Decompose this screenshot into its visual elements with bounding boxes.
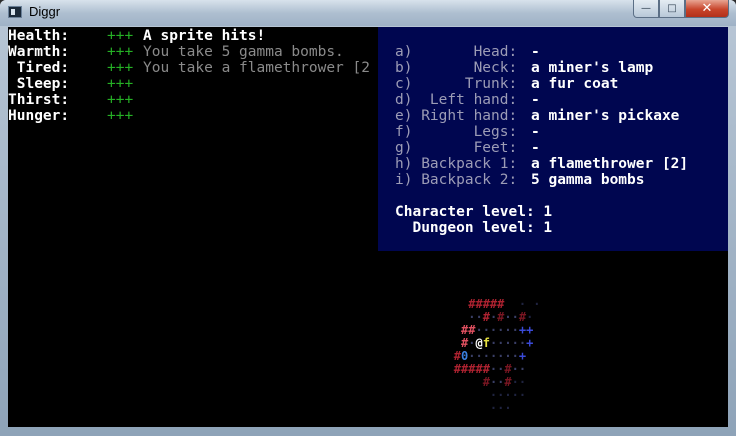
stat-value-sleep: +++ <box>107 76 134 92</box>
stat-value-hunger: +++ <box>107 108 134 124</box>
slot-value-left-hand: - <box>531 92 540 108</box>
window-title: Diggr <box>29 4 61 19</box>
stat-label-health: Health: <box>8 28 70 44</box>
message-line: You take 5 gamma bombs. <box>143 44 344 60</box>
slot-value-backpack-2: 5 gamma bombs <box>531 172 645 188</box>
slot-value-head: - <box>531 44 540 60</box>
map-row: ··· <box>453 401 512 415</box>
slot-value-trunk: a fur coat <box>531 76 619 92</box>
app-window: Diggr — □ ✕ Health: +++ Warmth: +++ Tire… <box>0 0 736 436</box>
slot-label-backpack-1[interactable]: h) Backpack 1: <box>395 156 517 172</box>
slot-value-neck: a miner's lamp <box>531 60 654 76</box>
inventory-panel: a) Head: - b) Neck: a miner's lamp c) Tr… <box>378 27 728 251</box>
slot-value-feet: - <box>531 140 540 156</box>
slot-label-neck[interactable]: b) Neck: <box>395 60 517 76</box>
character-level: Character level: 1 <box>395 204 553 220</box>
message-line: You take a flamethrower [2 <box>143 60 370 76</box>
stat-label-warmth: Warmth: <box>8 44 70 60</box>
title-bar[interactable]: Diggr — □ ✕ <box>0 0 736 26</box>
slot-label-left-hand[interactable]: d) Left hand: <box>395 92 517 108</box>
stat-value-health: +++ <box>107 28 134 44</box>
minimize-button[interactable]: — <box>633 0 659 18</box>
slot-value-backpack-1: a flamethrower [2] <box>531 156 689 172</box>
slot-label-legs[interactable]: f) Legs: <box>395 124 517 140</box>
slot-value-legs: - <box>531 124 540 140</box>
slot-label-head[interactable]: a) Head: <box>395 44 517 60</box>
message-line: A sprite hits! <box>143 28 266 44</box>
dungeon-level: Dungeon level: 1 <box>395 220 553 236</box>
slot-label-right-hand[interactable]: e) Right hand: <box>395 108 517 124</box>
stat-label-sleep: Sleep: <box>8 76 70 92</box>
close-button[interactable]: ✕ <box>685 0 729 18</box>
slot-label-feet[interactable]: g) Feet: <box>395 140 517 156</box>
stat-label-tired: Tired: <box>8 60 70 76</box>
dungeon-map[interactable]: ##### · · ··#·#··#· ##······++ #·@f·····… <box>396 285 541 425</box>
window-controls: — □ ✕ <box>633 0 729 18</box>
stat-value-warmth: +++ <box>107 44 134 60</box>
slot-label-trunk[interactable]: c) Trunk: <box>395 76 517 92</box>
stat-label-thirst: Thirst: <box>8 92 70 108</box>
slot-label-backpack-2[interactable]: i) Backpack 2: <box>395 172 517 188</box>
stat-label-hunger: Hunger: <box>8 108 70 124</box>
stat-value-thirst: +++ <box>107 92 134 108</box>
game-screen[interactable]: Health: +++ Warmth: +++ Tired: +++ Sleep… <box>8 27 728 427</box>
stat-value-tired: +++ <box>107 60 134 76</box>
app-icon <box>8 6 22 18</box>
slot-value-right-hand: a miner's pickaxe <box>531 108 680 124</box>
maximize-button[interactable]: □ <box>659 0 685 18</box>
